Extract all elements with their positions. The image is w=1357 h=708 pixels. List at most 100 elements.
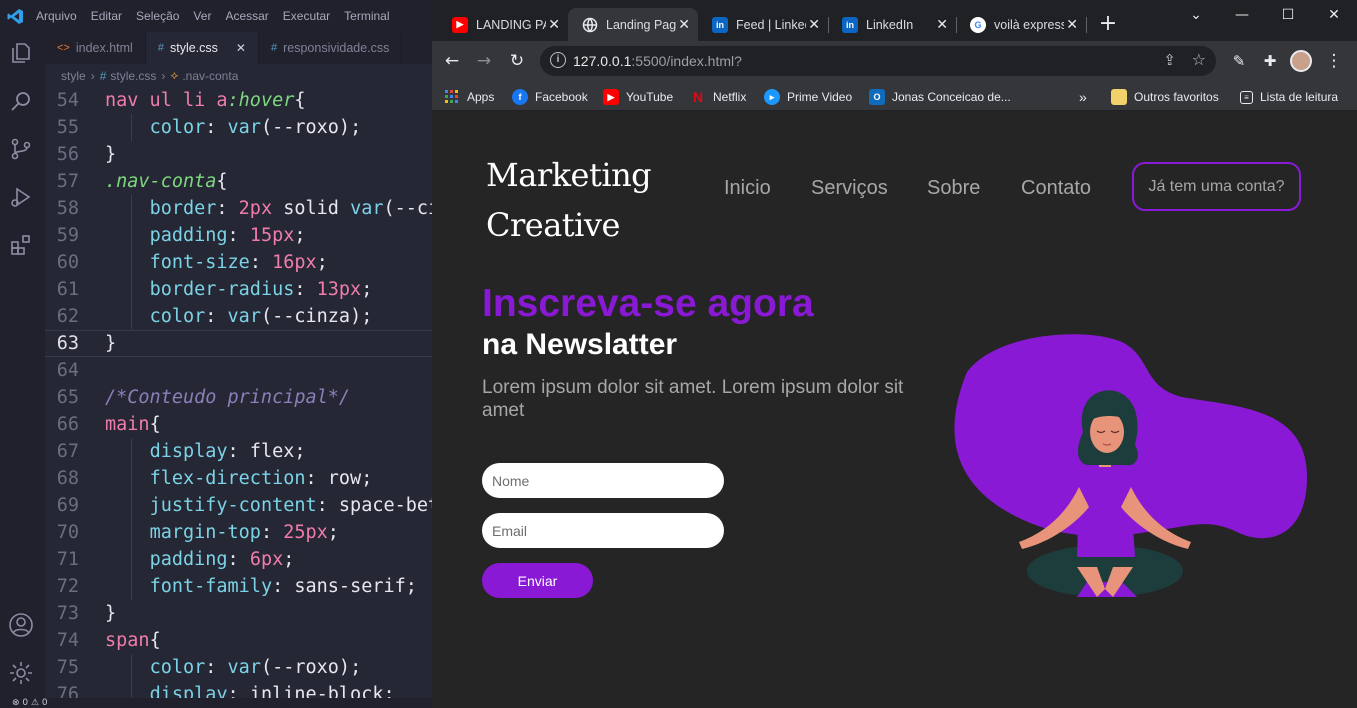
site-info-icon[interactable]: i <box>550 52 566 68</box>
code-line[interactable]: 60 font-size: 16px; <box>45 249 432 276</box>
nav-link-sobre[interactable]: Sobre <box>927 177 980 200</box>
share-icon[interactable]: ⇪ <box>1163 51 1176 69</box>
bookmark-facebook[interactable]: f Facebook <box>512 88 588 106</box>
code-line[interactable]: 74 span{ <box>45 627 432 654</box>
code-line[interactable]: 54 nav ul li a:hover{ <box>45 87 432 114</box>
code-line[interactable]: 56} <box>45 141 432 168</box>
browser-tab[interactable]: in Feed | LinkedIn ✕ <box>698 8 828 41</box>
close-tab-icon[interactable]: ✕ <box>236 41 246 55</box>
tab-responsividade-css[interactable]: # responsividade.css <box>259 32 403 64</box>
close-tab-icon[interactable]: ✕ <box>808 16 820 33</box>
nav-link-contato[interactable]: Contato <box>1021 177 1091 200</box>
bookmark-label: Jonas Conceicao de... <box>892 90 1011 104</box>
menu-editar[interactable]: Editar <box>91 9 122 23</box>
code-line[interactable]: 73} <box>45 600 432 627</box>
menu-executar[interactable]: Executar <box>283 9 330 23</box>
menu-arquivo[interactable]: Arquivo <box>36 9 77 23</box>
line-number: 54 <box>56 90 79 111</box>
email-input[interactable] <box>482 513 724 548</box>
code-line[interactable]: 71 padding: 6px; <box>45 546 432 573</box>
code-line[interactable]: 58 border: 2px solid var(--cinza); <box>45 195 432 222</box>
tab-style-css[interactable]: # style.css ✕ <box>145 32 259 64</box>
code-line[interactable]: 69 justify-content: space-between; <box>45 492 432 519</box>
line-number: 59 <box>56 225 79 246</box>
reading-list[interactable]: ≡ Lista de leitura <box>1240 88 1338 106</box>
code-text: border: 2px solid var(--cinza); <box>149 198 432 219</box>
account-button[interactable]: Já tem uma conta? <box>1132 162 1301 211</box>
menu-terminal[interactable]: Terminal <box>344 9 389 23</box>
browser-tab-active[interactable]: Landing Page ✕ <box>568 8 698 41</box>
back-arrow-icon[interactable]: ← <box>440 49 464 73</box>
code-line[interactable]: 72 font-family: sans-serif; <box>45 573 432 600</box>
settings-gear-icon[interactable] <box>6 658 36 688</box>
logo-line-2[interactable]: Creative <box>486 206 620 244</box>
code-line[interactable]: 62 color: var(--cinza); <box>45 303 432 330</box>
tab-title: Feed | LinkedIn <box>736 17 806 32</box>
menu-acessar[interactable]: Acessar <box>225 9 268 23</box>
code-line[interactable]: 67 display: flex; <box>45 438 432 465</box>
bookmark-netflix[interactable]: N Netflix <box>690 88 746 106</box>
explorer-icon[interactable] <box>6 38 36 68</box>
code-line[interactable]: 57 .nav-conta{ <box>45 168 432 195</box>
code-line[interactable]: 55 color: var(--roxo); <box>45 114 432 141</box>
code-line[interactable]: 59 padding: 15px; <box>45 222 432 249</box>
bookmark-other-favorites[interactable]: Outros favoritos <box>1111 88 1219 106</box>
submit-button[interactable]: Enviar <box>482 563 593 598</box>
netflix-icon: N <box>692 89 704 105</box>
menu-selecao[interactable]: Seleção <box>136 9 179 23</box>
code-line[interactable]: 70 margin-top: 25px; <box>45 519 432 546</box>
close-tab-icon[interactable]: ✕ <box>678 16 690 33</box>
forward-arrow-icon[interactable]: → <box>472 49 496 73</box>
search-icon[interactable] <box>6 86 36 116</box>
menu-ver[interactable]: Ver <box>193 9 211 23</box>
account-icon[interactable] <box>6 610 36 640</box>
code-line[interactable]: 61 border-radius: 13px; <box>45 276 432 303</box>
bookmark-label: Facebook <box>535 90 588 104</box>
browser-tab[interactable]: in LinkedIn ✕ <box>828 8 956 41</box>
breadcrumb-symbol[interactable]: .nav-conta <box>182 69 238 83</box>
close-window-button[interactable]: ✕ <box>1311 0 1357 30</box>
vscode-menubar: Arquivo Editar Seleção Ver Acessar Execu… <box>0 0 432 32</box>
nav-link-servicos[interactable]: Serviços <box>811 177 888 200</box>
menu-kebab-icon[interactable]: ⋮ <box>1322 49 1346 73</box>
code-line[interactable]: 63} <box>45 330 432 357</box>
close-tab-icon[interactable]: ✕ <box>936 16 948 33</box>
extensions-icon[interactable] <box>6 230 36 260</box>
source-control-icon[interactable] <box>6 134 36 164</box>
minimize-button[interactable]: — <box>1219 0 1265 30</box>
code-line[interactable]: 65 /*Conteudo principal*/ <box>45 384 432 411</box>
breadcrumb-folder[interactable]: style <box>61 69 86 83</box>
bookmark-outlook[interactable]: O Jonas Conceicao de... <box>869 88 1011 106</box>
close-tab-icon[interactable]: ✕ <box>1066 16 1078 33</box>
bookmark-youtube[interactable]: ▶ YouTube <box>603 88 673 106</box>
youtube-icon: ▶ <box>452 16 468 33</box>
nav-link-inicio[interactable]: Inicio <box>724 177 771 200</box>
bookmark-star-icon[interactable]: ☆ <box>1192 50 1206 69</box>
code-line[interactable]: 66 main{ <box>45 411 432 438</box>
address-bar[interactable]: i 127.0.0.1:5500/index.html? ⇪ ☆ <box>540 46 1216 76</box>
bookmark-apps[interactable]: Apps <box>444 88 494 106</box>
new-tab-button[interactable]: + <box>1096 12 1120 36</box>
maximize-button[interactable]: ☐ <box>1265 0 1311 30</box>
tab-search-chevron-icon[interactable]: ⌄ <box>1173 0 1219 30</box>
extensions-puzzle-icon[interactable]: ✚ <box>1258 49 1282 73</box>
bookmark-prime-video[interactable]: ▸ Prime Video <box>764 88 852 106</box>
code-line[interactable]: 68 flex-direction: row; <box>45 465 432 492</box>
logo-line-1[interactable]: Marketing <box>486 156 652 194</box>
reload-icon[interactable]: ↻ <box>505 49 529 73</box>
name-input[interactable] <box>482 463 724 498</box>
browser-tab[interactable]: G voilà expressions ✕ <box>956 8 1086 41</box>
more-bookmarks-chevron-icon[interactable]: » <box>1079 88 1087 106</box>
run-debug-icon[interactable] <box>6 182 36 212</box>
folder-icon <box>1111 89 1127 105</box>
code-editor[interactable]: 54 nav ul li a:hover{55 color: var(--roxo… <box>45 87 432 708</box>
code-line[interactable]: 64 <box>45 357 432 384</box>
code-text: span{ <box>105 630 161 651</box>
avatar[interactable] <box>1289 49 1313 73</box>
close-tab-icon[interactable]: ✕ <box>548 16 560 33</box>
code-line[interactable]: 75 color: var(--roxo); <box>45 654 432 681</box>
browser-tab[interactable]: ▶ LANDING PAGE ✕ <box>438 8 568 41</box>
breadcrumb-file[interactable]: style.css <box>110 69 156 83</box>
tab-index-html[interactable]: <> index.html <box>45 32 146 64</box>
extension-pen-icon[interactable]: ✎ <box>1227 49 1251 73</box>
